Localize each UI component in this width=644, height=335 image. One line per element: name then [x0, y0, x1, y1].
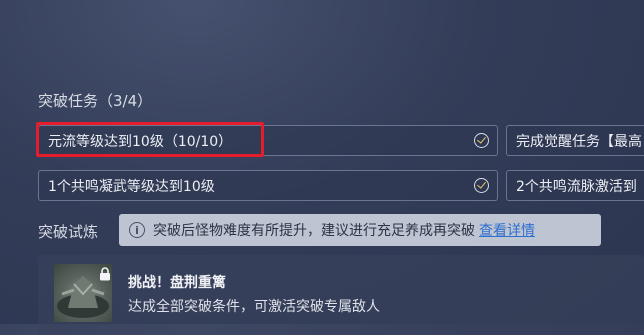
breakthrough-trial-title: 突破试炼 [38, 223, 99, 241]
check-icon [474, 178, 489, 193]
task-row-2[interactable]: 完成觉醒任务【最高 [506, 125, 644, 156]
check-icon [474, 133, 489, 148]
info-icon: i [129, 222, 145, 238]
task-label-2: 完成觉醒任务【最高 [516, 133, 642, 150]
difficulty-tooltip: i 突破后怪物难度有所提升，建议进行充足养成再突破 查看详情 [119, 214, 601, 246]
lock-icon [99, 266, 111, 285]
highlight-box [36, 122, 264, 157]
challenge-description: 达成全部突破条件，可激活突破专属敌人 [128, 299, 380, 315]
view-details-link[interactable]: 查看详情 [479, 220, 535, 240]
task-label-3: 1个共鸣凝武等级达到10级 [48, 178, 215, 195]
challenge-card[interactable] [38, 255, 644, 335]
breakthrough-tasks-title: 突破任务（3/4） [38, 92, 153, 110]
task-row-4[interactable]: 2个共鸣流脉激活到 [506, 170, 644, 201]
tooltip-text: 突破后怪物难度有所提升，建议进行充足养成再突破 [153, 223, 475, 239]
challenge-title: 挑战！盘荆重篱 [128, 275, 226, 291]
task-row-3[interactable]: 1个共鸣凝武等级达到10级 [38, 170, 498, 201]
task-label-4: 2个共鸣流脉激活到 [516, 178, 637, 195]
